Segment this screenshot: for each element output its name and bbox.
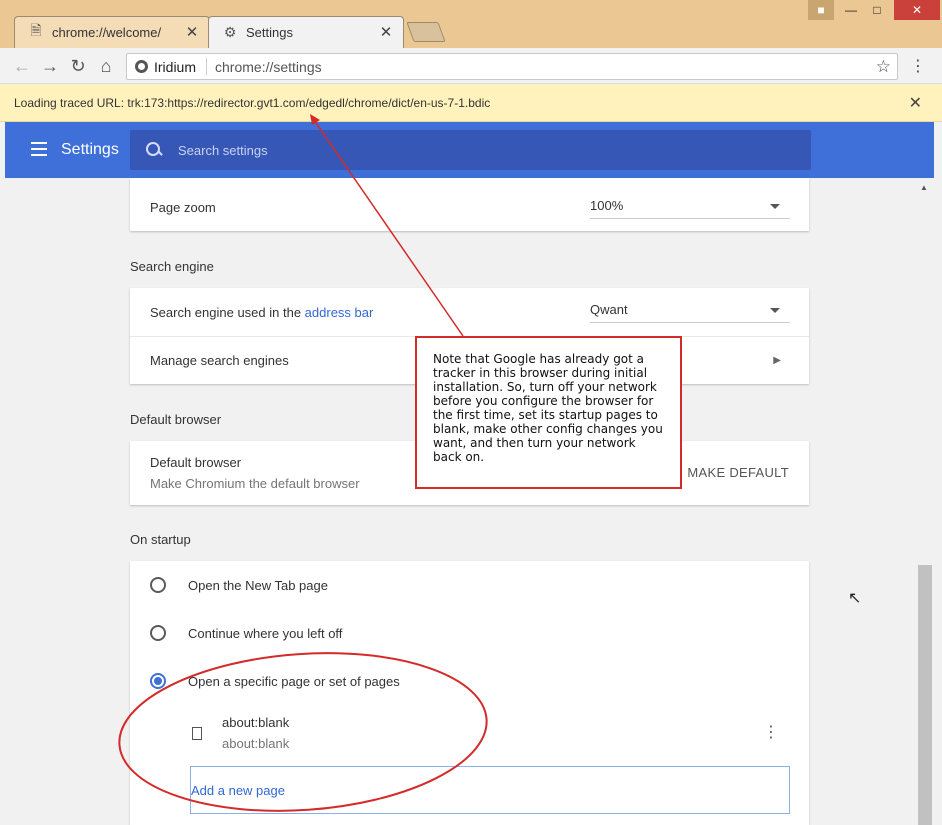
radio-button-checked[interactable] [150, 673, 166, 689]
browser-toolbar: ← → ↻ ⌂ Iridium chrome://settings ☆ [0, 48, 942, 84]
menu-icon[interactable] [31, 142, 47, 156]
site-info-chip[interactable]: Iridium [127, 58, 208, 75]
default-browser-label: Default browser [150, 455, 242, 470]
forward-arrow-icon[interactable]: → [38, 54, 62, 78]
startup-option-continue[interactable]: Continue where you left off [130, 609, 809, 657]
section-title-on-startup: On startup [130, 532, 191, 547]
chevron-down-icon [770, 308, 780, 313]
site-info-icon [135, 60, 148, 73]
search-settings-box[interactable] [130, 130, 811, 170]
startup-page-url: about:blank [222, 736, 290, 751]
search-engine-select[interactable]: Qwant [590, 297, 790, 323]
appearance-card: Page zoom 100% [130, 178, 809, 231]
startup-option-new-tab[interactable]: Open the New Tab page [130, 561, 809, 609]
startup-page-text: about:blank about:blank [222, 715, 289, 751]
maximize-icon[interactable]: □ [864, 0, 890, 20]
close-icon[interactable]: ✕ [909, 93, 922, 113]
minimize-icon[interactable]: — [838, 0, 864, 20]
home-icon[interactable]: ⌂ [94, 54, 118, 78]
tab-close-icon[interactable]: ✕ [184, 24, 200, 41]
gear-icon: ⚙ [223, 23, 237, 40]
section-title-search-engine: Search engine [130, 259, 214, 274]
reload-icon[interactable]: ↻ [66, 54, 90, 78]
manage-search-engines-label: Manage search engines [150, 353, 289, 368]
tab-title: Settings [246, 24, 293, 40]
loading-status-bar: Loading traced URL: trk:173:https://redi… [0, 84, 942, 122]
startup-page-entry: about:blank about:blank ⋮ [130, 705, 809, 761]
settings-header: Settings [5, 122, 934, 178]
page-title: Settings [61, 141, 119, 158]
chevron-right-icon: ▶ [773, 355, 781, 366]
file-icon [192, 726, 202, 740]
tab-content: 🗎 chrome://welcome/ ✕ [14, 22, 210, 41]
startup-option-label: Open the New Tab page [188, 577, 328, 593]
tab-content: ⚙ Settings ✕ [208, 23, 404, 42]
more-vert-icon[interactable]: ⋮ [763, 725, 779, 741]
scrollbar-thumb[interactable] [918, 565, 932, 825]
add-new-page-field[interactable]: Add a new page [190, 766, 790, 814]
url-text[interactable]: chrome://settings [207, 59, 322, 75]
startup-option-label: Open a specific page or set of pages [188, 673, 400, 689]
chevron-down-icon [770, 204, 780, 209]
address-bar-link[interactable]: address bar [305, 305, 374, 320]
tab-close-icon[interactable]: ✕ [378, 24, 394, 41]
radio-button[interactable] [150, 577, 166, 593]
search-icon [146, 142, 162, 158]
bookmark-star-icon[interactable]: ☆ [876, 57, 891, 77]
scroll-up-icon[interactable]: ▲ [920, 183, 928, 192]
user-profile-icon[interactable]: ■ [808, 0, 834, 20]
startup-option-specific-pages[interactable]: Open a specific page or set of pages [130, 657, 809, 705]
site-name: Iridium [154, 58, 197, 75]
address-bar[interactable]: Iridium chrome://settings ☆ [126, 53, 898, 80]
browser-menu-icon[interactable]: ⋮ [908, 54, 928, 78]
default-browser-sublabel: Make Chromium the default browser [150, 476, 360, 491]
page-zoom-select[interactable]: 100% [590, 193, 790, 219]
search-engine-label: Search engine used in the address bar [150, 305, 373, 320]
startup-option-label: Continue where you left off [188, 625, 343, 641]
annotation-note: Note that Google has already got a track… [415, 336, 682, 489]
search-engine-label-prefix: Search engine used in the [150, 304, 305, 320]
startup-page-title: about:blank [222, 715, 290, 730]
tab-title: chrome://welcome/ [52, 24, 162, 40]
page-zoom-label: Page zoom [150, 200, 216, 215]
page-zoom-row: Page zoom 100% [130, 178, 809, 231]
radio-button[interactable] [150, 625, 166, 641]
mouse-cursor-icon: ↖ [848, 590, 862, 607]
tab-welcome[interactable]: 🗎 chrome://welcome/ ✕ [14, 16, 210, 48]
search-input[interactable] [178, 142, 778, 158]
page-icon: 🗎 [30, 22, 42, 38]
page-zoom-value: 100% [590, 198, 624, 213]
tab-settings[interactable]: ⚙ Settings ✕ [208, 16, 404, 48]
search-engine-row: Search engine used in the address bar Qw… [130, 288, 809, 336]
back-arrow-icon[interactable]: ← [10, 54, 34, 78]
make-default-button[interactable]: MAKE DEFAULT [687, 465, 789, 480]
new-tab-button[interactable] [406, 22, 446, 42]
add-new-page-link[interactable]: Add a new page [191, 783, 285, 798]
search-engine-value: Qwant [590, 302, 628, 317]
close-window-icon[interactable]: ✕ [894, 0, 940, 20]
loading-status-text: Loading traced URL: trk:173:https://redi… [14, 95, 491, 110]
section-title-default-browser: Default browser [130, 412, 222, 427]
